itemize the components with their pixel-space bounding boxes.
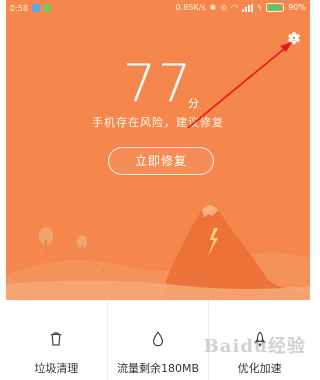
phone-screen: 0:58 0.85K/s ✱ ⊙ ◠ ϟ 90% 77 分 手机存在风险，建议修… [0, 0, 316, 380]
notification-app-icon [32, 4, 40, 12]
score-unit: 分 [188, 97, 199, 110]
risk-message: 手机存在风险，建议修复 [92, 116, 224, 129]
tab-trash-cleanup[interactable]: 垃圾清理 [6, 300, 107, 380]
notification-wechat-icon [43, 4, 51, 12]
baidu-jingyan-watermark: Baidu经验 [203, 336, 306, 357]
trash-icon [51, 332, 62, 346]
wifi-icon: ◠ [230, 3, 238, 12]
charging-icon: ϟ [256, 3, 263, 12]
tab-label: 垃圾清理 [34, 362, 79, 375]
tab-label: 流量剩余180MB [116, 362, 200, 375]
tab-data-remaining[interactable]: 流量剩余180MB [106, 300, 209, 380]
network-speed: 0.85K/s [175, 3, 206, 12]
tab-label: 优化加速 [237, 362, 282, 375]
security-score-panel: 0:58 0.85K/s ✱ ⊙ ◠ ϟ 90% 77 分 手机存在风险，建议修… [6, 0, 310, 300]
score-number: 77 [122, 54, 194, 114]
water-drop-icon [152, 331, 164, 347]
landscape-illustration [6, 205, 310, 300]
battery-percent: 90% [288, 3, 306, 12]
status-bar: 0:58 0.85K/s ✱ ⊙ ◠ ϟ 90% [6, 0, 310, 18]
status-indicators: 0.85K/s ✱ ⊙ ◠ ϟ 90% [176, 3, 306, 12]
security-score: 77 [6, 56, 310, 112]
gear-icon[interactable] [286, 30, 302, 46]
status-time: 0:58 [10, 4, 28, 13]
battery-icon [266, 3, 285, 12]
battery-level-fill [268, 5, 281, 10]
bluetooth-icon: ✱ [209, 3, 217, 12]
alarm-icon: ⊙ [220, 3, 227, 12]
cell-signal-icon [241, 3, 253, 12]
fix-now-button[interactable]: 立即修复 [108, 147, 214, 175]
